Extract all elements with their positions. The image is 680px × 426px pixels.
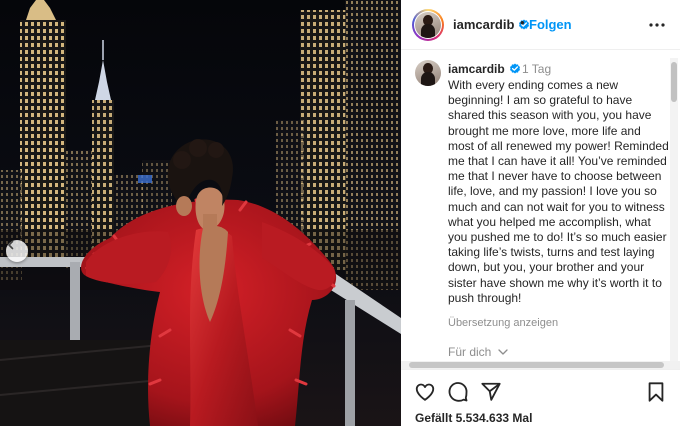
avatar bbox=[415, 12, 441, 38]
horizontal-scrollbar-thumb[interactable] bbox=[409, 362, 664, 368]
heart-icon[interactable] bbox=[414, 381, 436, 403]
action-bar: Gefällt 5.534.633 Mal bbox=[401, 369, 680, 426]
like-count[interactable]: Gefällt 5.534.633 Mal bbox=[415, 411, 532, 425]
more-options-icon[interactable] bbox=[648, 16, 666, 34]
horizontal-scrollbar[interactable] bbox=[401, 361, 680, 369]
for-you-toggle[interactable]: Für dich bbox=[448, 345, 508, 359]
see-translation-link[interactable]: Übersetzung anzeigen bbox=[448, 317, 558, 329]
caption-area[interactable]: iamcardib 1 Tag With every ending comes … bbox=[401, 50, 680, 368]
carousel-previous-button[interactable] bbox=[6, 240, 28, 262]
vertical-scrollbar-thumb[interactable] bbox=[671, 62, 677, 102]
post-header: iamcardib • Folgen bbox=[401, 0, 680, 50]
caption-username[interactable]: iamcardib bbox=[448, 62, 505, 76]
photo-scene bbox=[0, 0, 401, 426]
header-separator: • bbox=[520, 15, 525, 30]
post-timestamp[interactable]: 1 Tag bbox=[522, 62, 551, 76]
caption-text: With every ending comes a new beginning!… bbox=[448, 78, 669, 305]
story-ring-avatar[interactable] bbox=[412, 9, 444, 41]
chevron-down-icon bbox=[498, 349, 508, 355]
header-username[interactable]: iamcardib bbox=[453, 17, 514, 32]
vertical-scrollbar[interactable] bbox=[670, 58, 678, 368]
chevron-left-icon bbox=[8, 240, 14, 250]
send-icon[interactable] bbox=[480, 381, 502, 403]
caption-avatar[interactable] bbox=[415, 60, 441, 86]
post-photo[interactable] bbox=[0, 0, 401, 426]
post-side-panel: iamcardib • Folgen iamcardib 1 Tag With … bbox=[401, 0, 680, 426]
for-you-label: Für dich bbox=[448, 345, 492, 359]
verified-badge-icon bbox=[509, 63, 520, 74]
follow-button[interactable]: Folgen bbox=[529, 17, 572, 32]
bookmark-icon[interactable] bbox=[645, 381, 667, 403]
comment-icon[interactable] bbox=[447, 381, 469, 403]
